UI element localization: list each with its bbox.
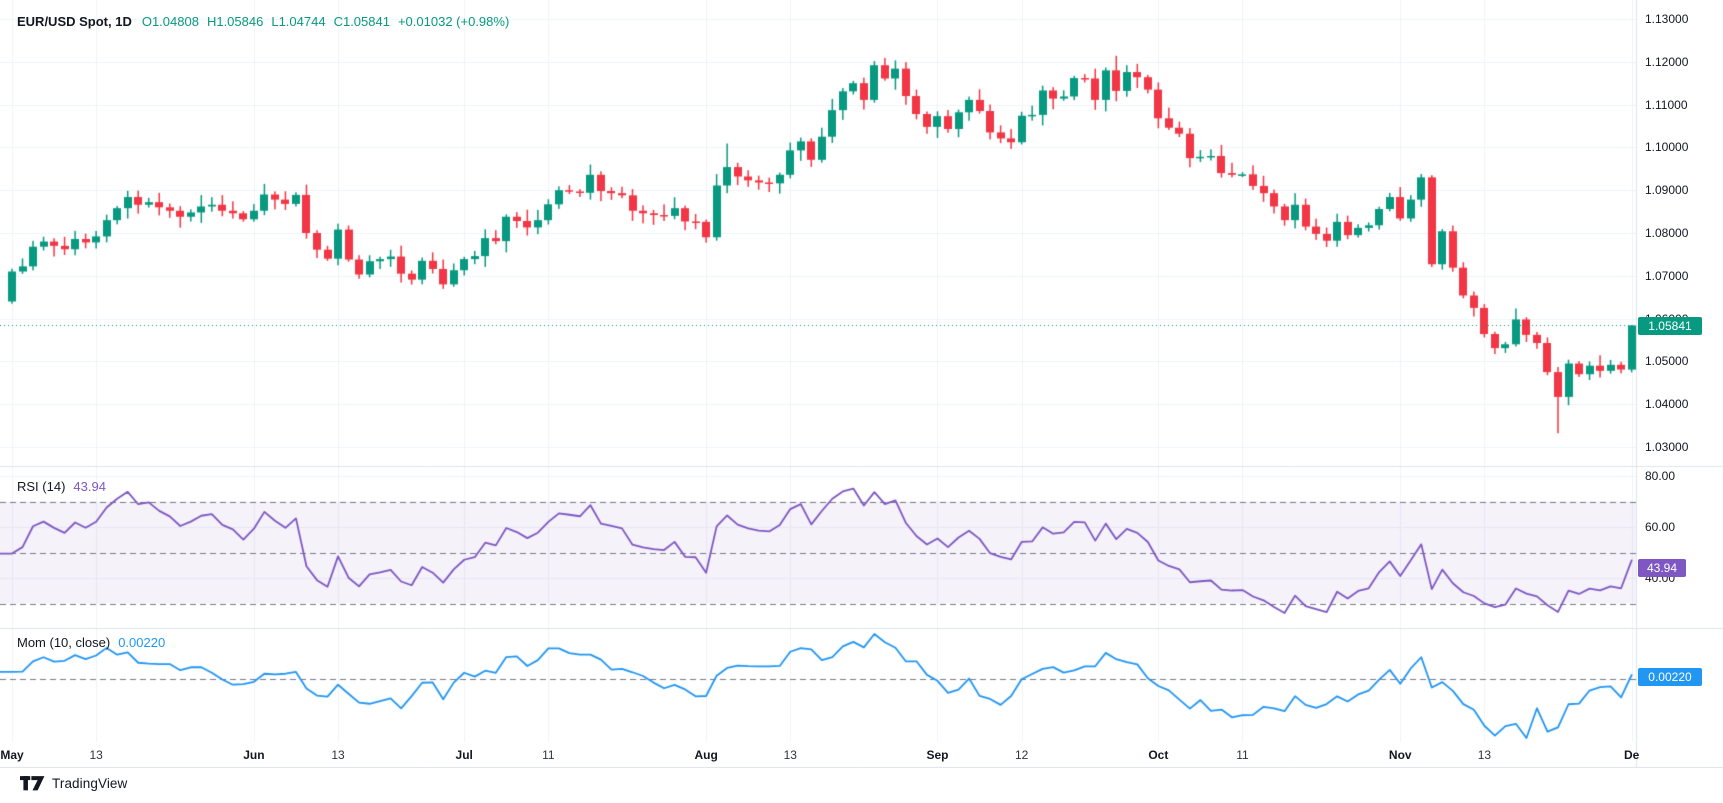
time-axis-label: 11 <box>1236 744 1248 766</box>
price-axis-label: 1.03000 <box>1645 439 1688 455</box>
time-axis-label: Oct <box>1148 744 1168 766</box>
time-axis-label: Sep <box>926 744 948 766</box>
legend-open: O1.04808 <box>142 14 199 29</box>
time-axis-label: 12 <box>1015 744 1028 766</box>
rsi-label[interactable]: RSI (14) <box>17 479 65 494</box>
time-axis-label: May <box>0 744 23 766</box>
last-price-badge: 1.05841 <box>1638 317 1702 335</box>
time-axis-label: 13 <box>784 744 797 766</box>
legend-close: C1.05841 <box>334 14 390 29</box>
rsi-value-badge: 43.94 <box>1638 559 1686 577</box>
rsi-axis-label: 80.00 <box>1645 468 1675 484</box>
time-axis-label: 11 <box>542 744 554 766</box>
price-axis-label: 1.09000 <box>1645 182 1688 198</box>
mom-label[interactable]: Mom (10, close) <box>17 635 110 650</box>
rsi-axis-label: 60.00 <box>1645 519 1675 535</box>
tradingview-brand-text: TradingView <box>52 776 127 791</box>
legend-change: +0.01032 (+0.98%) <box>398 14 509 29</box>
price-axis-label: 1.11000 <box>1645 97 1688 113</box>
price-axis-label: 1.05000 <box>1645 353 1688 369</box>
price-axis-label: 1.13000 <box>1645 11 1688 27</box>
rsi-value: 43.94 <box>73 479 106 494</box>
legend-high: H1.05846 <box>207 14 263 29</box>
mom-value-badge: 0.00220 <box>1638 668 1702 686</box>
price-axis-label: 1.10000 <box>1645 139 1688 155</box>
rsi-legend[interactable]: RSI (14) 43.94 <box>17 479 106 494</box>
time-axis-label: De <box>1624 744 1639 766</box>
symbol-title[interactable]: EUR/USD Spot, 1D <box>17 14 132 29</box>
price-axis-label: 1.12000 <box>1645 54 1688 70</box>
price-axis-label: 1.04000 <box>1645 396 1688 412</box>
tradingview-logo-icon <box>20 776 45 791</box>
time-axis-label: Jun <box>243 744 264 766</box>
time-axis-label: Aug <box>694 744 717 766</box>
time-axis-label: 13 <box>89 744 102 766</box>
time-axis-label: 13 <box>331 744 344 766</box>
mom-value: 0.00220 <box>118 635 165 650</box>
price-axis-label: 1.07000 <box>1645 268 1688 284</box>
tradingview-attribution[interactable]: TradingView <box>20 776 127 791</box>
time-axis-label: Jul <box>456 744 473 766</box>
symbol-legend[interactable]: EUR/USD Spot, 1D O1.04808 H1.05846 L1.04744… <box>17 14 517 29</box>
time-axis-label: 13 <box>1478 744 1491 766</box>
time-axis[interactable]: May 13 Jun 13 Jul 11 Aug 13 Sep 12 Oct 11 Nov 13 De <box>0 744 1723 767</box>
mom-legend[interactable]: Mom (10, close) 0.00220 <box>17 635 165 650</box>
tradingview-chart-widget: EUR/USD Spot, 1D O1.04808 H1.05846 L1.04744… <box>0 0 1723 803</box>
chart-canvas[interactable] <box>0 0 1723 768</box>
legend-low: L1.04744 <box>271 14 325 29</box>
time-axis-label: Nov <box>1389 744 1412 766</box>
price-axis-label: 1.08000 <box>1645 225 1688 241</box>
